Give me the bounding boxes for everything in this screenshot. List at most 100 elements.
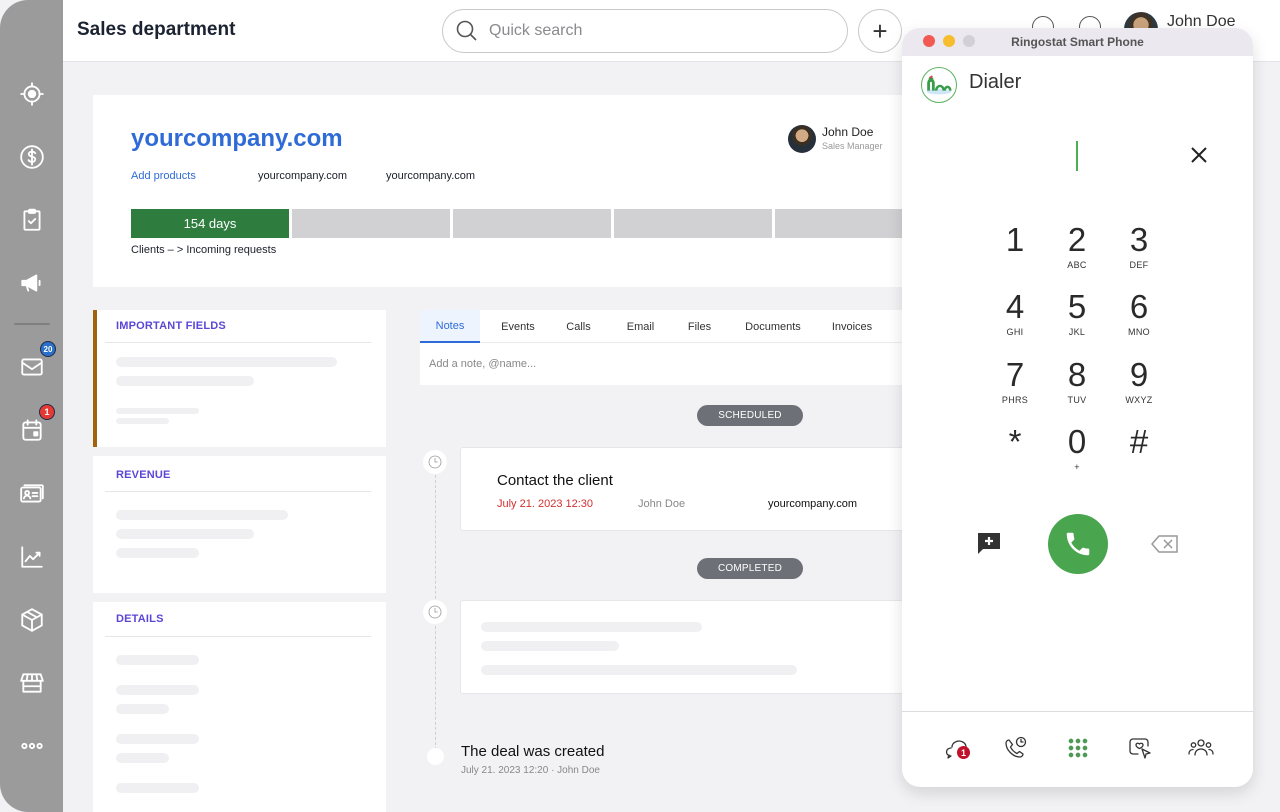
key-7[interactable]: 7 PHRS: [985, 356, 1045, 414]
key-8[interactable]: 8 TUV: [1047, 356, 1107, 414]
call-button[interactable]: [1048, 514, 1108, 574]
tab-events[interactable]: Events: [480, 310, 556, 343]
key-4[interactable]: 4 GHI: [985, 288, 1045, 346]
sidebar-item-more[interactable]: [18, 732, 46, 760]
sidebar-item-deals[interactable]: [18, 143, 46, 171]
nav-call-history[interactable]: [1002, 734, 1030, 762]
calendar-icon: [22, 419, 42, 441]
tab-invoices[interactable]: Invoices: [827, 310, 877, 343]
stage-2[interactable]: [292, 209, 450, 238]
owner-role: Sales Manager: [822, 141, 883, 151]
add-button[interactable]: +: [858, 9, 902, 53]
sidebar-item-mail[interactable]: 20: [18, 341, 56, 381]
timeline-clock-icon: [423, 600, 447, 624]
close-window-button[interactable]: [923, 35, 935, 47]
key-3[interactable]: 3 DEF: [1109, 221, 1169, 279]
stage-1[interactable]: 154 days: [131, 209, 289, 238]
sidebar-item-analytics[interactable]: [18, 543, 46, 571]
sidebar-item-store[interactable]: [18, 669, 46, 697]
tab-calls[interactable]: Calls: [556, 310, 601, 343]
skeleton-line: [116, 783, 199, 793]
stage-4[interactable]: [614, 209, 772, 238]
key-letters: +: [1074, 462, 1080, 472]
panel-title-important[interactable]: IMPORTANT FIELDS: [116, 320, 226, 332]
scheduled-label: SCHEDULED: [697, 405, 803, 426]
nav-chats[interactable]: 1: [943, 734, 971, 762]
key-hash[interactable]: #: [1109, 423, 1169, 481]
key-6[interactable]: 6 MNO: [1109, 288, 1169, 346]
key-2[interactable]: 2 ABC: [1047, 221, 1107, 279]
dollar-icon: [20, 145, 44, 169]
key-letters: JKL: [1068, 327, 1086, 337]
panel-divider: [105, 491, 371, 492]
sidebar-item-contacts[interactable]: [18, 480, 46, 508]
search-icon: [456, 20, 477, 41]
completed-activity-card[interactable]: [460, 600, 910, 694]
key-digit: 1: [1005, 221, 1025, 258]
key-star[interactable]: *: [985, 423, 1045, 481]
stage-3[interactable]: [453, 209, 611, 238]
store-icon: [20, 673, 44, 693]
tab-notes[interactable]: Notes: [420, 310, 480, 343]
nav-dialpad[interactable]: [1064, 734, 1092, 762]
tab-email[interactable]: Email: [601, 310, 680, 343]
task-card[interactable]: Contact the client July 21. 2023 12:30 J…: [460, 447, 910, 531]
note-input[interactable]: [420, 343, 910, 385]
skeleton-line: [116, 418, 169, 424]
key-letters: ABC: [1067, 260, 1087, 270]
revenue-panel: REVENUE: [93, 456, 386, 593]
maximize-window-button[interactable]: [963, 35, 975, 47]
search-box[interactable]: [442, 9, 848, 53]
sidebar-divider: [14, 323, 50, 325]
deal-created-title: The deal was created: [461, 743, 605, 760]
panel-title-details[interactable]: DETAILS: [116, 613, 164, 625]
panel-title-revenue[interactable]: REVENUE: [116, 469, 171, 481]
add-sms-icon[interactable]: [975, 530, 1003, 558]
tab-files[interactable]: Files: [680, 310, 719, 343]
key-5[interactable]: 5 JKL: [1047, 288, 1107, 346]
sidebar-item-target[interactable]: [18, 80, 46, 108]
panel-divider: [105, 636, 371, 637]
task-title: Contact the client: [497, 472, 613, 489]
sidebar-item-marketing[interactable]: [18, 269, 46, 297]
nav-contacts[interactable]: [1187, 734, 1215, 762]
key-digit: 5: [1067, 288, 1087, 325]
chart-icon: [21, 546, 43, 568]
key-digit: 7: [1005, 356, 1025, 393]
key-1[interactable]: 1: [985, 221, 1045, 279]
key-0[interactable]: 0 +: [1047, 423, 1107, 481]
sidebar-item-tasks[interactable]: [18, 206, 46, 234]
app-root: 20 1 Sales department + Jo: [0, 0, 1280, 812]
dialer-title: Dialer: [969, 71, 1022, 93]
clear-number-icon[interactable]: [1187, 143, 1211, 167]
people-icon: [1188, 739, 1214, 756]
sidebar-item-calendar[interactable]: 1: [18, 404, 55, 444]
key-digit: #: [1129, 423, 1149, 460]
tab-documents[interactable]: Documents: [719, 310, 827, 343]
minimize-window-button[interactable]: [943, 35, 955, 47]
deal-title[interactable]: yourcompany.com: [131, 125, 343, 153]
skeleton-line: [481, 665, 797, 675]
phone-nav-divider: [902, 711, 1253, 712]
phone-icon: [1066, 532, 1090, 556]
nav-callback[interactable]: [1126, 734, 1154, 762]
completed-label: COMPLETED: [697, 558, 803, 579]
add-products-link[interactable]: Add products: [131, 170, 196, 182]
sidebar-item-products[interactable]: [18, 606, 46, 634]
number-input-caret[interactable]: [1076, 141, 1078, 171]
dialpad-icon: [1068, 738, 1088, 758]
owner-name[interactable]: John Doe: [822, 125, 873, 139]
skeleton-line: [116, 704, 169, 714]
deal-meta-company: yourcompany.com: [258, 170, 348, 182]
skeleton-line: [116, 655, 199, 665]
callback-widget-icon: [1129, 738, 1151, 759]
megaphone-icon: [21, 274, 41, 292]
key-letters: TUV: [1067, 395, 1087, 405]
phone-titlebar[interactable]: Ringostat Smart Phone: [902, 28, 1253, 56]
key-letters: MNO: [1128, 327, 1150, 337]
smart-phone-window: Ringostat Smart Phone Dialer 1 2 ABC 3 DEF 4 G…: [902, 28, 1253, 787]
search-input[interactable]: [489, 22, 829, 40]
backspace-icon[interactable]: [1150, 532, 1180, 556]
skeleton-line: [116, 753, 169, 763]
key-9[interactable]: 9 WXYZ: [1109, 356, 1169, 414]
